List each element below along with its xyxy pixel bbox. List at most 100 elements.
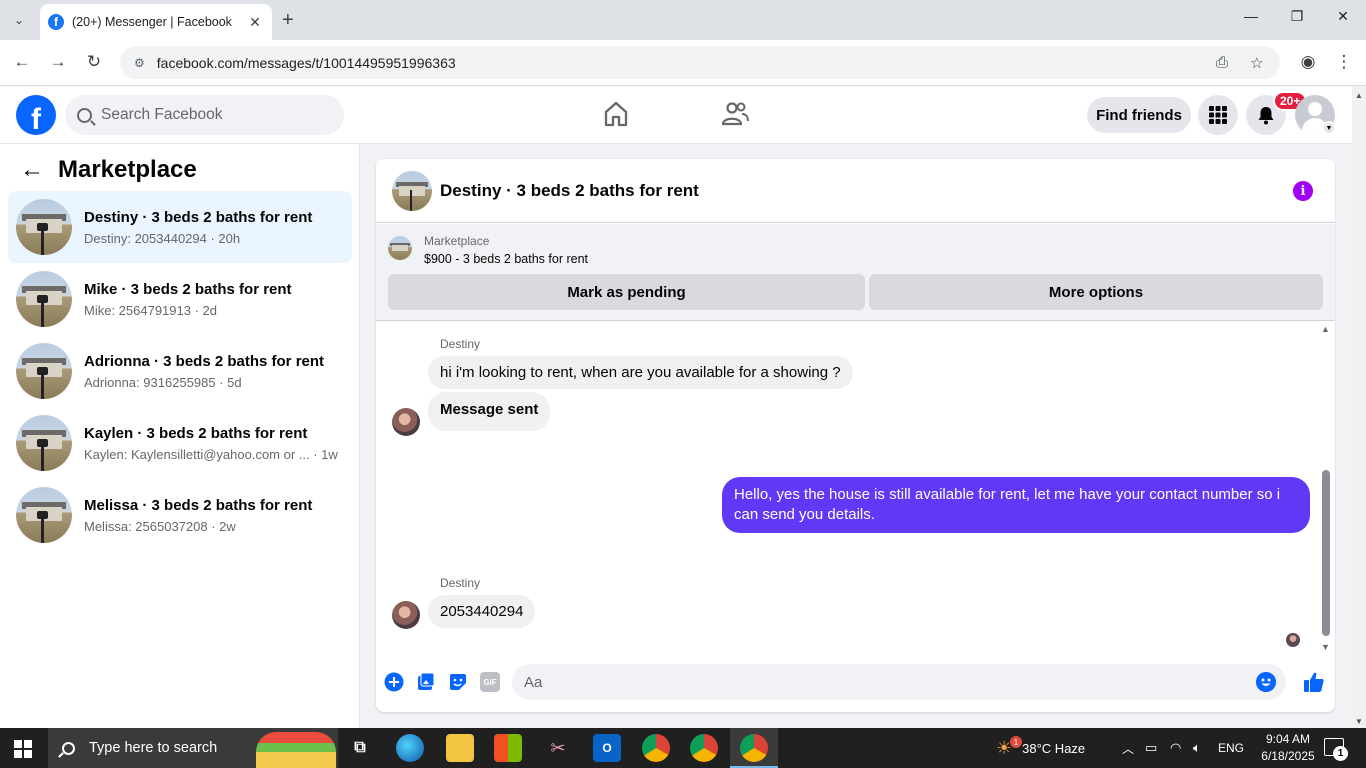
chrome-active-icon[interactable] [740,734,768,762]
conversation-name: Destiny · 3 beds 2 baths for rent [84,208,313,226]
volume-icon[interactable]: 🔈︎ [1193,728,1201,768]
facebook-favicon-icon: f [48,14,64,30]
address-bar[interactable]: ⚙ facebook.com/messages/t/10014495951996… [120,46,1280,79]
tab-title: (20+) Messenger | Facebook [72,15,232,29]
chrome-icon[interactable] [642,734,670,762]
windows-taskbar: Type here to search ⧉ ✂ O ☀ 38°C Haze 1 … [0,728,1366,768]
facebook-logo-icon[interactable]: f [16,95,56,135]
marketplace-sidebar: ← Marketplace Destiny · 3 beds 2 baths f… [0,144,360,728]
show-hidden-icons[interactable]: ︿ [1122,728,1134,768]
conversation-preview: Destiny: 2053440294 · 20h [84,230,241,246]
search-highlight-image [256,732,336,768]
conversation-preview: Mike: 2564791913 · 2d [84,302,217,318]
bookmark-star-icon[interactable]: ☆ [1250,46,1263,79]
find-friends-button[interactable]: Find friends [1087,97,1191,133]
conversation-name: Kaylen · 3 beds 2 baths for rent [84,424,308,442]
weather-text: 38°C Haze [1022,740,1086,756]
notification-center-badge: 1 [1333,746,1348,761]
conversation-item[interactable]: Mike · 3 beds 2 baths for rent Mike: 256… [8,263,352,335]
search-icon [77,107,92,123]
sidebar-title: Marketplace [58,156,197,183]
conversation-item[interactable]: Kaylen · 3 beds 2 baths for rent Kaylen:… [8,407,352,479]
taskbar-clock[interactable]: 9:04 AM 6/18/2025 [1258,731,1318,765]
seen-indicator-avatar [1286,633,1300,647]
info-icon[interactable]: i [1293,181,1313,201]
message-input-placeholder: Aa [524,673,543,691]
mark-as-pending-button[interactable]: Mark as pending [388,274,865,310]
sender-avatar[interactable] [392,601,420,629]
search-placeholder: Search Facebook [101,106,223,123]
snipping-tool-icon[interactable]: ✂ [544,734,572,762]
chrome-profile-icon[interactable] [690,734,718,762]
photo-icon[interactable] [416,672,436,692]
sidebar-header: ← Marketplace [20,156,197,184]
listing-thumbnail [16,415,72,471]
conversation-item[interactable]: Destiny · 3 beds 2 baths for rent Destin… [8,191,352,263]
friends-icon[interactable] [720,99,750,129]
facebook-search-input[interactable]: Search Facebook [65,95,344,135]
tab-search-icon[interactable]: ⌄ [6,8,32,32]
marketplace-label: Marketplace [424,234,490,248]
restore-icon[interactable]: ❐ [1274,8,1320,25]
weather-widget[interactable]: ☀ 38°C Haze [996,728,1085,768]
clock-time: 9:04 AM [1265,732,1311,746]
wifi-icon[interactable]: ◠ [1170,728,1181,768]
message-list: Destiny hi i'm looking to rent, when are… [376,322,1335,652]
browser-menu-icon[interactable]: ⋮ [1332,52,1356,72]
sender-avatar[interactable] [392,408,420,436]
profile-icon[interactable]: ◉ [1296,52,1320,72]
outgoing-message[interactable]: Hello, yes the house is still available … [722,477,1310,533]
install-app-icon[interactable]: ⎙ [1216,46,1228,79]
more-options-button[interactable]: More options [869,274,1323,310]
emoji-icon[interactable] [1256,672,1276,692]
outlook-icon[interactable]: O [593,734,621,762]
chat-listing-thumbnail[interactable] [392,170,432,211]
task-view-icon[interactable]: ⧉ [346,734,374,762]
incoming-message[interactable]: hi i'm looking to rent, when are you ava… [428,356,853,389]
conversation-item[interactable]: Adrionna · 3 beds 2 baths for rent Adrio… [8,335,352,407]
conversation-item[interactable]: Melissa · 3 beds 2 baths for rent Meliss… [8,479,352,551]
chat-title[interactable]: Destiny · 3 beds 2 baths for rent [440,181,699,201]
gif-icon[interactable]: GIF [480,672,500,692]
chat-panel: Destiny · 3 beds 2 baths for rent i Mark… [376,159,1335,712]
clock-date: 6/18/2025 [1261,749,1315,763]
conversation-preview: Melissa: 2565037208 · 2w [84,518,236,534]
language-indicator[interactable]: ENG [1218,728,1244,768]
add-plus-icon[interactable] [384,672,404,692]
thumbs-up-icon[interactable] [1302,670,1326,694]
menu-grid-icon[interactable] [1198,95,1238,135]
file-explorer-icon[interactable] [446,734,474,762]
site-info-icon[interactable]: ⚙ [134,56,145,70]
battery-icon[interactable]: ▭ [1145,728,1157,768]
conversation-name: Mike · 3 beds 2 baths for rent [84,280,292,298]
listing-title[interactable]: $900 - 3 beds 2 baths for rent [424,252,588,266]
tab-close-icon[interactable]: ✕ [246,14,264,31]
reload-icon[interactable]: ↻ [82,52,106,72]
back-arrow-icon[interactable]: ← [20,156,44,184]
incoming-message[interactable]: 2053440294 [428,595,536,628]
chat-scrollbar[interactable]: ▲ ▼ [1320,324,1332,652]
minimize-icon[interactable]: — [1228,8,1274,24]
home-icon[interactable] [601,99,631,129]
new-tab-icon[interactable]: + [282,9,294,32]
facebook-header: f Search Facebook Find friends 20+ ▼ [0,87,1352,144]
chevron-down-icon[interactable]: ▼ [1322,121,1336,135]
browser-toolbar: ← → ↻ ⚙ facebook.com/messages/t/10014495… [0,40,1366,86]
sticker-icon[interactable] [448,672,468,692]
edge-icon[interactable] [396,734,424,762]
back-icon[interactable]: ← [10,52,34,72]
windows-start-icon[interactable] [14,740,32,758]
browser-tabbar: ⌄ f (20+) Messenger | Facebook ✕ + — ❐ ✕ [0,0,1366,40]
microsoft-store-icon[interactable] [494,734,522,762]
listing-thumbnail [16,271,72,327]
browser-tab-messenger[interactable]: f (20+) Messenger | Facebook ✕ [40,4,272,40]
listing-thumbnail [16,487,72,543]
message-input[interactable]: Aa [512,664,1286,700]
incoming-message[interactable]: Message sent [428,392,551,431]
taskbar-search-placeholder: Type here to search [89,740,218,756]
page-scrollbar[interactable]: ▲ ▼ [1352,87,1366,728]
message-sender: Destiny [440,576,481,590]
window-close-icon[interactable]: ✕ [1320,8,1366,25]
listing-mini-thumbnail [388,236,412,260]
forward-icon[interactable]: → [46,52,70,72]
